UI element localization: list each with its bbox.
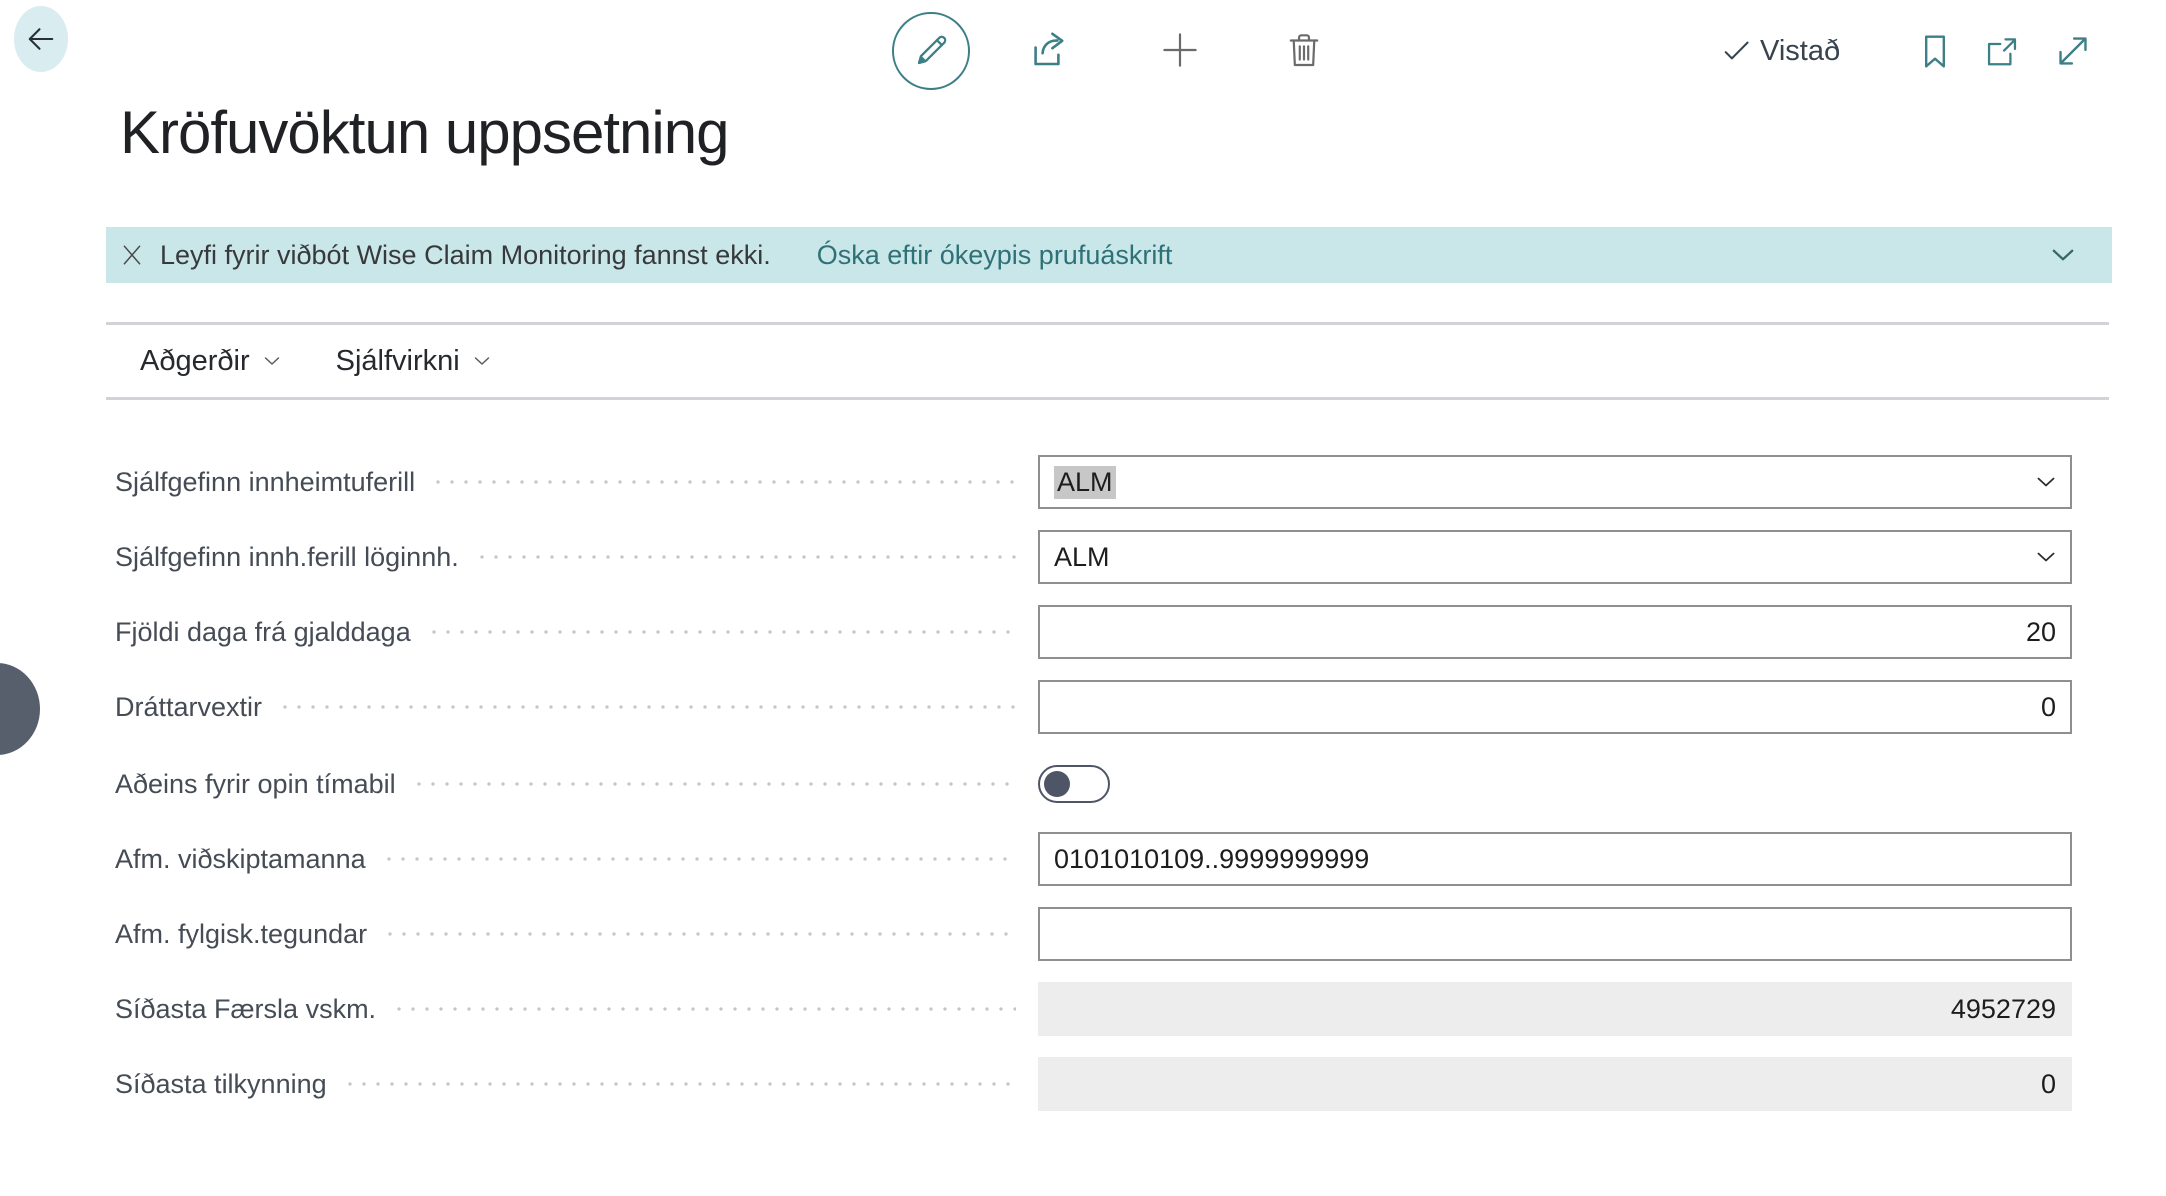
field-label: Aðeins fyrir opin tímabil [115, 769, 396, 800]
save-status: Vistað [1720, 30, 1840, 72]
dropdown-chevron-icon[interactable] [2032, 468, 2060, 496]
share-button[interactable] [1026, 26, 1074, 74]
saved-check-icon [1720, 34, 1754, 68]
field-row: Afm. viðskiptamanna 0101010109..99999999… [115, 832, 2072, 886]
back-button[interactable] [14, 6, 68, 72]
bookmark-button[interactable] [1912, 28, 1958, 74]
open-in-window-button[interactable] [1980, 30, 2024, 74]
field-label: Afm. fylgisk.tegundar [115, 919, 367, 950]
field-row: Síðasta Færsla vskm. 4952729 [115, 982, 2072, 1036]
banner-message: Leyfi fyrir viðbót Wise Claim Monitoring… [160, 240, 771, 271]
chevron-down-icon [470, 349, 494, 373]
open-window-icon [1981, 31, 2023, 73]
toggle-knob [1044, 771, 1070, 797]
menu-actions[interactable]: Aðgerðir [140, 345, 284, 378]
input-afm-fylgisk-tegundar[interactable] [1038, 907, 2072, 961]
field-label: Dráttarvextir [115, 692, 262, 723]
divider [106, 397, 2109, 400]
saved-label: Vistað [1760, 35, 1840, 68]
notification-banner: Leyfi fyrir viðbót Wise Claim Monitoring… [106, 227, 2112, 283]
expand-button[interactable] [2050, 28, 2096, 74]
menu-automation[interactable]: Sjálfvirkni [336, 345, 494, 378]
expand-icon [2051, 29, 2095, 73]
field-row: Síðasta tilkynning 0 [115, 1057, 2072, 1111]
share-icon [1026, 26, 1074, 74]
delete-icon [1282, 28, 1326, 72]
field-label: Síðasta tilkynning [115, 1069, 327, 1100]
edit-button[interactable] [892, 12, 970, 90]
field-row: Aðeins fyrir opin tímabil [115, 757, 2072, 811]
dotted-leader [475, 555, 1016, 559]
field-row: Sjálfgefinn innh.ferill löginnh. ALM [115, 530, 2072, 584]
add-icon [1156, 26, 1204, 74]
action-bar: Aðgerðir Sjálfvirkni [140, 325, 494, 397]
field-row: Sjálfgefinn innheimtuferill ALM [115, 455, 2072, 509]
back-arrow-icon [23, 21, 59, 57]
input-afm-vidskiptamanna[interactable]: 0101010109..9999999999 [1038, 832, 2072, 886]
field-row: Fjöldi daga frá gjalddaga 20 [115, 605, 2072, 659]
dropdown-chevron-icon[interactable] [2032, 543, 2060, 571]
field-label: Afm. viðskiptamanna [115, 844, 366, 875]
field-label: Sjálfgefinn innh.ferill löginnh. [115, 542, 459, 573]
dotted-leader [382, 857, 1016, 861]
input-sjalfgefinn-innhferill-loginnh[interactable]: ALM [1038, 530, 2072, 584]
input-sjalfgefinn-innheimtuferill[interactable]: ALM [1038, 455, 2072, 509]
edit-pencil-icon [910, 30, 952, 72]
field-label: Fjöldi daga frá gjalddaga [115, 617, 411, 648]
banner-trial-link[interactable]: Óska eftir ókeypis prufuáskrift [817, 240, 1173, 271]
dotted-leader [383, 932, 1016, 936]
field-label: Síðasta Færsla vskm. [115, 994, 376, 1025]
chevron-down-icon[interactable] [2046, 238, 2080, 272]
field-row: Afm. fylgisk.tegundar [115, 907, 2072, 961]
page-title: Kröfuvöktun uppsetning [120, 98, 728, 167]
selected-text: ALM [1054, 466, 1116, 499]
input-fjoldi-daga-fra-gjalddaga[interactable]: 20 [1038, 605, 2072, 659]
dotted-leader [427, 630, 1016, 634]
dotted-leader [343, 1082, 1016, 1086]
edge-handle[interactable] [0, 663, 40, 755]
field-row: Dráttarvextir 0 [115, 680, 2072, 734]
dotted-leader [431, 480, 1016, 484]
new-button[interactable] [1156, 26, 1204, 74]
close-icon[interactable] [118, 241, 146, 269]
field-sidasta-faersla-vskm: 4952729 [1038, 982, 2072, 1036]
toggle-adeins-fyrir-opin-timabil[interactable] [1038, 765, 1110, 803]
field-sidasta-tilkynning: 0 [1038, 1057, 2072, 1111]
dotted-leader [392, 1007, 1016, 1011]
input-drattarvextir[interactable]: 0 [1038, 680, 2072, 734]
dotted-leader [412, 782, 1016, 786]
delete-button[interactable] [1280, 26, 1328, 74]
bookmark-icon [1913, 29, 1957, 73]
field-label: Sjálfgefinn innheimtuferill [115, 467, 415, 498]
dotted-leader [278, 705, 1016, 709]
claim-monitoring-setup-page: Vistað Kröfuvöktun uppsetning [0, 0, 2166, 1196]
chevron-down-icon [260, 349, 284, 373]
